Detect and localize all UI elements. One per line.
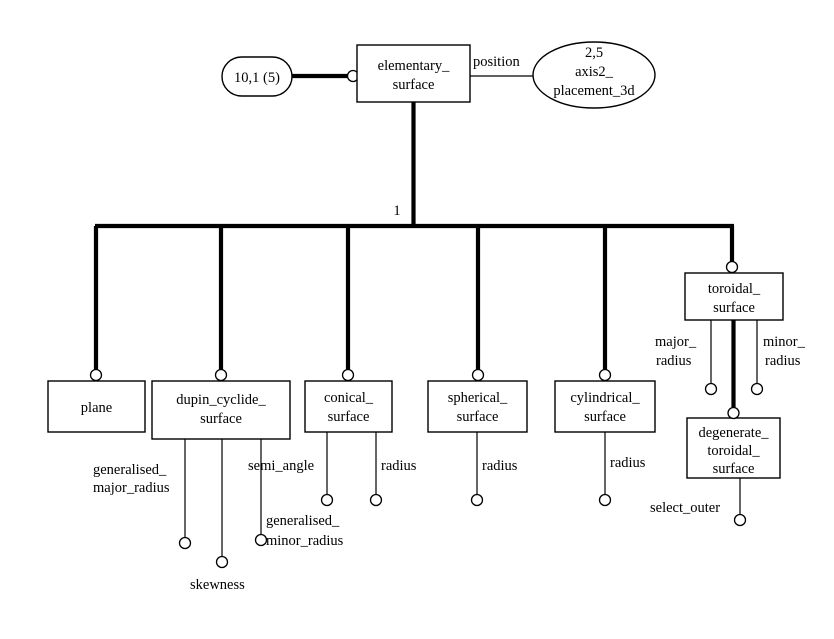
entity-label-dupin-line2: surface <box>200 411 242 427</box>
diagram-canvas: 10,1 (5) elementary_ surface position 2,… <box>47 41 806 593</box>
entity-label-spherical-line2: surface <box>457 409 499 425</box>
attribute-circle-select-outer <box>733 513 747 527</box>
supertype-cardinality-label: 1 <box>393 203 400 219</box>
entity-box-dupin-cyclide-surface[interactable] <box>151 380 291 440</box>
attribute-circle-radius-cylindrical <box>598 493 612 507</box>
type-reference-label-line1: 2,5 <box>585 45 603 61</box>
type-reference-label-line2: axis2_ <box>575 64 614 80</box>
entity-label-cylindrical-line2: surface <box>584 409 626 425</box>
entity-label-toroidal-line1: toroidal_ <box>708 281 761 297</box>
attribute-circle-radius-conical <box>369 493 383 507</box>
attribute-label-generalised-minor-radius-line1: generalised_ <box>266 513 340 529</box>
attribute-label-semi-angle: semi_angle <box>248 458 314 474</box>
attribute-label-radius-spherical: radius <box>482 458 518 474</box>
subtype-circle-toroidal-surface <box>725 260 739 274</box>
subtype-circle-cylindrical-surface <box>598 368 612 382</box>
position-attribute-label: position <box>473 54 520 70</box>
attribute-label-generalised-minor-radius-line2: minor_radius <box>266 533 344 549</box>
entity-label-toroidal-line2: surface <box>713 300 755 316</box>
type-reference-label-line3: placement_3d <box>553 83 635 99</box>
entity-label-degenerate-line2: toroidal_ <box>707 443 760 459</box>
entity-label-elementary-surface-line2: surface <box>393 77 435 93</box>
page-reference-label: 10,1 (5) <box>234 70 280 86</box>
entity-label-dupin-line1: dupin_cyclide_ <box>176 392 266 408</box>
attribute-circle-major-radius <box>704 382 718 396</box>
attribute-circle-generalised-minor-radius <box>254 533 268 547</box>
subtype-circle-degenerate-toroidal-surface <box>727 406 740 420</box>
entity-label-degenerate-line3: surface <box>713 461 755 477</box>
attribute-label-minor-radius-line1: minor_ <box>763 334 806 350</box>
attribute-circle-radius-spherical <box>470 493 484 507</box>
entity-label-conical-line2: surface <box>328 409 370 425</box>
attribute-label-skewness: skewness <box>190 577 245 593</box>
attribute-label-generalised-major-radius-line2: major_radius <box>93 480 170 496</box>
attribute-label-major-radius-line2: radius <box>656 353 692 369</box>
entity-label-elementary-surface-line1: elementary_ <box>378 58 450 74</box>
subtype-circle-plane <box>89 368 103 382</box>
attribute-label-major-radius-line1: major_ <box>655 334 697 350</box>
entity-label-plane: plane <box>81 400 112 416</box>
express-g-diagram: 10,1 (5) elementary_ surface position 2,… <box>0 0 834 639</box>
entity-label-conical-line1: conical_ <box>324 390 374 406</box>
attribute-label-radius-conical: radius <box>381 458 417 474</box>
attribute-label-select-outer: select_outer <box>650 500 720 516</box>
attribute-circle-generalised-major-radius <box>178 536 192 550</box>
attribute-label-generalised-major-radius-line1: generalised_ <box>93 462 167 478</box>
entity-label-degenerate-line1: degenerate_ <box>698 425 769 441</box>
attribute-circle-minor-radius <box>750 382 764 396</box>
attribute-circle-skewness <box>215 555 229 569</box>
subtype-circle-dupin-cyclide-surface <box>214 368 228 382</box>
attribute-label-minor-radius-line2: radius <box>765 353 801 369</box>
attribute-circle-semi-angle <box>320 493 334 507</box>
subtype-circle-conical-surface <box>341 368 355 382</box>
entity-label-spherical-line1: spherical_ <box>448 390 508 406</box>
entity-label-cylindrical-line1: cylindrical_ <box>570 390 640 406</box>
attribute-label-radius-cylindrical: radius <box>610 455 646 471</box>
subtype-circle-spherical-surface <box>471 368 485 382</box>
